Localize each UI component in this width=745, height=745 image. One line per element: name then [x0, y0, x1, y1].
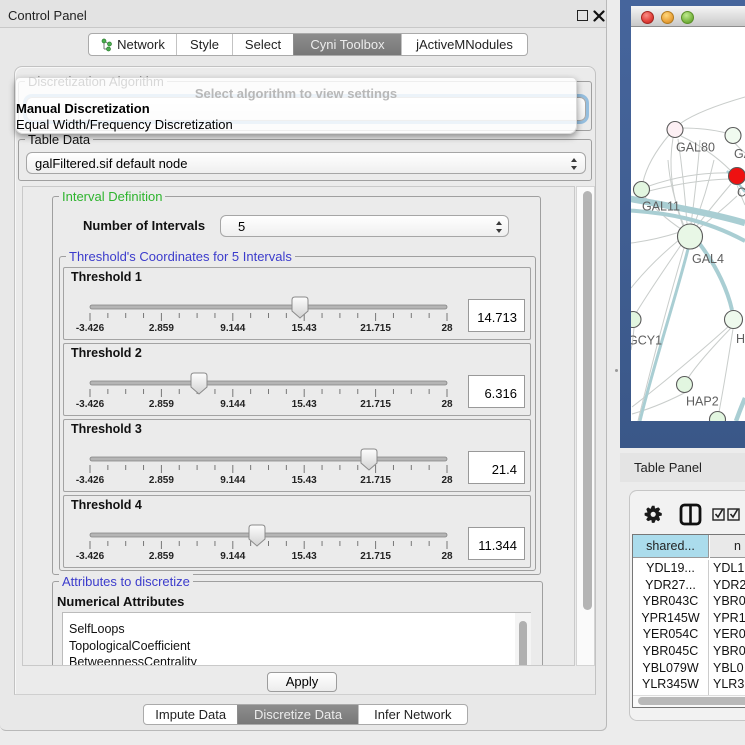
svg-text:HAP2: HAP2	[686, 395, 719, 409]
svg-text:GCY1: GCY1	[631, 334, 662, 348]
svg-text:C: C	[737, 186, 745, 200]
svg-text:GAL11: GAL11	[642, 200, 680, 214]
svg-text:GAL80: GAL80	[676, 141, 715, 155]
svg-text:GA: GA	[734, 147, 745, 161]
svg-text:GAL4: GAL4	[692, 252, 724, 266]
svg-text:H: H	[736, 332, 745, 346]
